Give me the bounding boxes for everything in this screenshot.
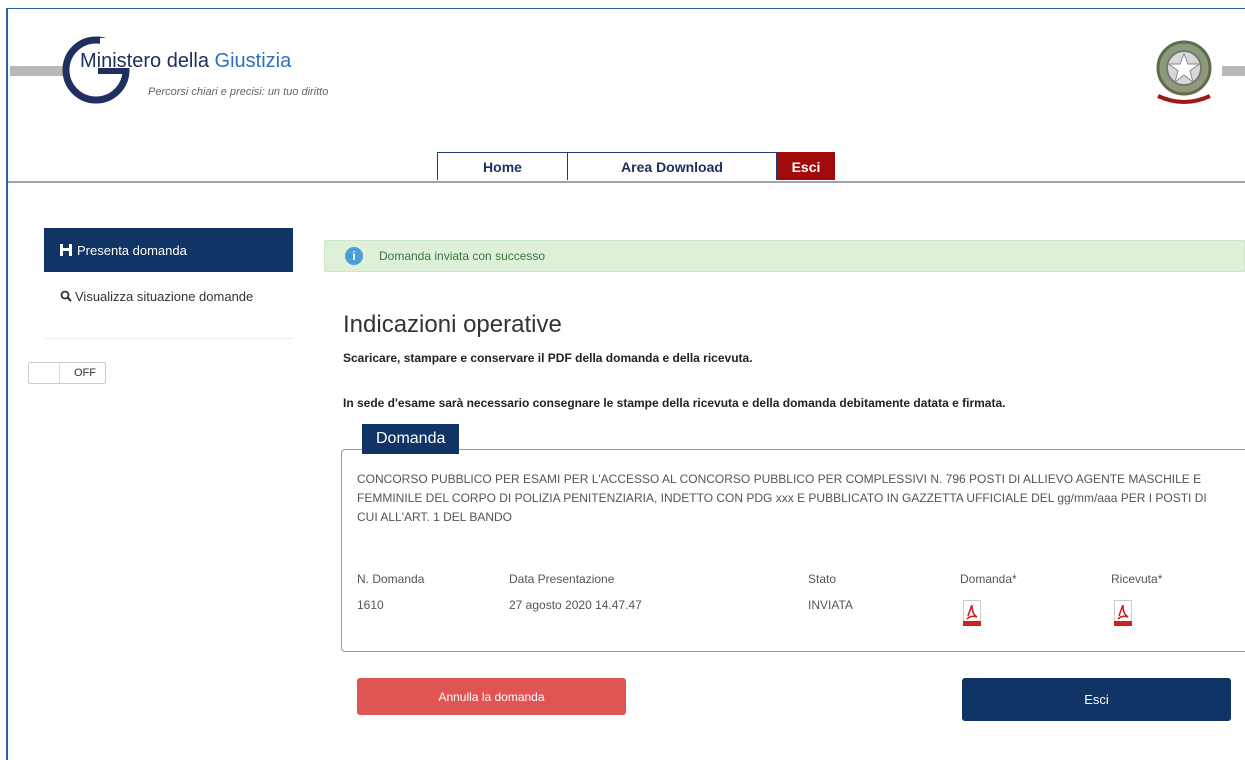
annulla-domanda-button[interactable]: Annulla la domanda (357, 678, 626, 715)
success-alert: i Domanda inviata con successo (324, 240, 1245, 272)
page-title: Indicazioni operative (343, 311, 562, 338)
sidebar-item-label: Visualizza situazione domande (75, 289, 254, 304)
instruction-text: In sede d'esame sarà necessario consegna… (343, 396, 1006, 410)
cell-data: 27 agosto 2020 14.47.47 (509, 598, 642, 612)
nav-area-download[interactable]: Area Download (568, 152, 777, 180)
brand-prefix: Ministero della (80, 50, 215, 72)
panel-title: Domanda (362, 424, 460, 454)
pdf-domanda-icon[interactable] (963, 600, 981, 626)
accessibility-toggle[interactable]: OFF (28, 362, 106, 384)
republic-emblem-icon (1156, 40, 1212, 104)
column-header-ricevuta: Ricevuta* (1111, 572, 1163, 586)
info-icon: i (345, 247, 363, 265)
header-decor-line (10, 66, 66, 76)
sidebar-item-presenta-domanda[interactable]: Presenta domanda (44, 228, 293, 272)
save-icon (60, 244, 72, 256)
instruction-text: Scaricare, stampare e conservare il PDF … (343, 351, 753, 365)
top-nav: Home Area Download Esci (437, 152, 835, 182)
header-decor-line (1222, 66, 1245, 76)
sidebar-item-label: Presenta domanda (77, 242, 187, 258)
toggle-label: OFF (74, 367, 96, 379)
concorso-description: CONCORSO PUBBLICO PER ESAMI PER L'ACCESS… (357, 472, 1207, 524)
column-header-data: Data Presentazione (509, 572, 615, 586)
alert-text: Domanda inviata con successo (379, 249, 546, 263)
column-header-n-domanda: N. Domanda (357, 572, 425, 586)
column-header-domanda: Domanda* (960, 572, 1017, 586)
sidebar-divider (44, 338, 293, 339)
cell-n-domanda: 1610 (357, 598, 384, 612)
cell-stato: INVIATA (808, 598, 853, 612)
column-header-stato: Stato (808, 572, 837, 586)
nav-home[interactable]: Home (437, 152, 568, 180)
brand-highlight: Giustizia (214, 50, 292, 72)
esci-button[interactable]: Esci (962, 678, 1231, 721)
nav-esci[interactable]: Esci (777, 152, 835, 180)
sidebar-item-visualizza-situazione[interactable]: Visualizza situazione domande (60, 288, 260, 305)
tagline: Percorsi chiari e precisi: un tuo diritt… (148, 86, 329, 98)
search-icon (60, 290, 72, 302)
nav-divider (8, 181, 1245, 183)
toggle-knob (29, 363, 60, 383)
pdf-ricevuta-icon[interactable] (1114, 600, 1132, 626)
brand-title[interactable]: Ministero della Giustizia (80, 50, 291, 73)
